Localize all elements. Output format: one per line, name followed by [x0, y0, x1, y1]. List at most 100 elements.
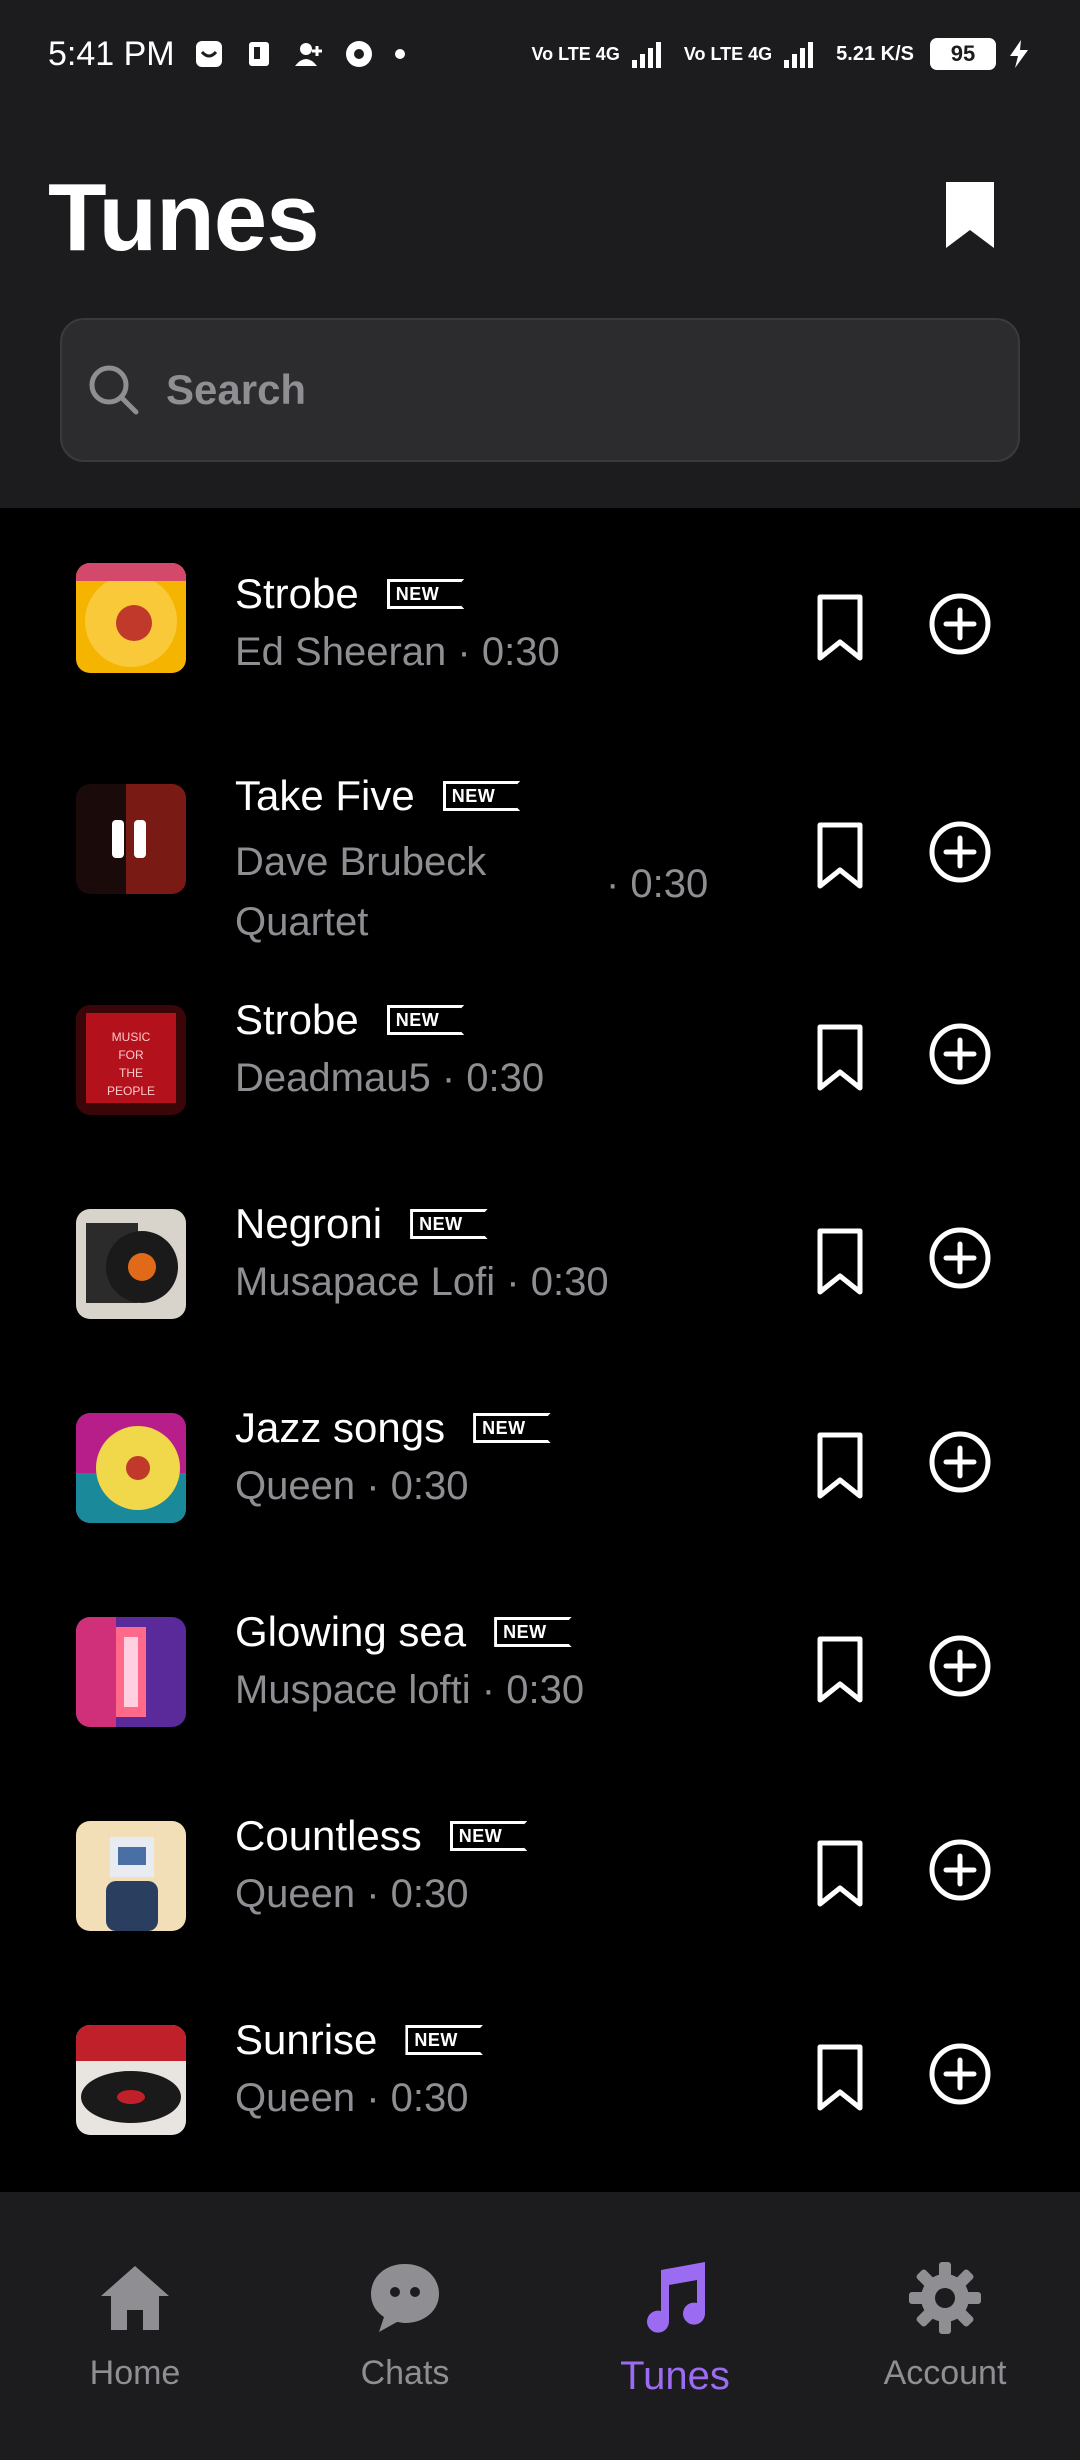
bookmark-icon[interactable] — [812, 592, 868, 664]
status-left: 5:41 PM — [48, 35, 407, 74]
notification-app-icon — [195, 41, 222, 67]
track-title: Countless NEW — [235, 1812, 528, 1860]
new-badge: NEW — [405, 2025, 483, 2055]
track-duration: · 0:30 — [441, 1056, 545, 1100]
add-circle-icon[interactable] — [928, 592, 992, 656]
new-badge: NEW — [449, 1821, 528, 1851]
album-art — [76, 1209, 186, 1319]
track-title: Strobe NEW — [235, 570, 465, 618]
track-duration: · 0:30 — [366, 1464, 469, 1508]
page-title: Tunes — [48, 164, 320, 271]
gear-icon — [909, 2262, 981, 2334]
album-art: MUSIC FOR THE PEOPLE — [76, 1005, 186, 1115]
track-duration: · 0:30 — [366, 1872, 469, 1916]
bookmark-icon[interactable] — [812, 1226, 868, 1298]
status-right: Vo LTE 4G Vo LTE 4G 5.21 K/S 95 — [531, 38, 1032, 70]
track-duration: · 0:30 — [366, 2076, 469, 2120]
bookmark-filled-icon[interactable] — [940, 178, 1000, 254]
track-meta: Muspace lofti · 0:30 — [235, 1668, 584, 1713]
track-artist: Musapace Lofi — [235, 1260, 496, 1304]
track-artist: Deadmau5 — [235, 1056, 431, 1100]
track-title: Take Five NEW — [235, 772, 521, 820]
track-meta: Musapace Lofi · 0:30 — [235, 1260, 609, 1305]
track-title: Glowing sea NEW — [235, 1608, 572, 1656]
track-row[interactable]: Countless NEW Queen · 0:30 — [0, 1766, 1080, 1970]
battery-indicator: 95 — [930, 38, 996, 70]
home-icon — [101, 2266, 169, 2330]
album-art — [76, 2025, 186, 2135]
add-circle-icon[interactable] — [928, 1634, 992, 1698]
chat-bubble-icon — [371, 2264, 439, 2332]
search-icon — [89, 365, 139, 415]
track-duration: · 0:30 — [481, 1668, 585, 1712]
svg-text:PEOPLE: PEOPLE — [107, 1084, 155, 1098]
svg-text:MUSIC: MUSIC — [112, 1030, 151, 1044]
track-row[interactable]: Negroni NEW Musapace Lofi · 0:30 — [0, 1154, 1080, 1358]
new-badge: NEW — [386, 579, 465, 609]
track-artist: Queen — [235, 1464, 356, 1508]
track-title-text: Strobe — [235, 570, 359, 617]
nav-item-chats[interactable]: Chats — [270, 2192, 540, 2460]
bottom-nav: Home Chats Tunes Account — [0, 2192, 1080, 2460]
bookmark-icon[interactable] — [812, 1430, 868, 1502]
track-row[interactable]: Jazz songs NEW Queen · 0:30 — [0, 1358, 1080, 1562]
nav-item-tunes[interactable]: Tunes — [540, 2192, 810, 2460]
add-circle-icon[interactable] — [928, 2042, 992, 2106]
nav-label-tunes: Tunes — [620, 2354, 730, 2398]
new-badge: NEW — [442, 781, 521, 811]
track-row[interactable]: Sunrise NEW Queen · 0:30 — [0, 1970, 1080, 2192]
add-circle-icon[interactable] — [928, 1838, 992, 1902]
album-art — [76, 1617, 186, 1727]
status-time: 5:41 PM — [48, 34, 175, 73]
track-row[interactable]: Glowing sea NEW Muspace lofti · 0:30 — [0, 1562, 1080, 1766]
track-title: Sunrise NEW — [235, 2016, 483, 2064]
net-speed: 5.21 K/S — [836, 42, 914, 65]
add-circle-icon[interactable] — [928, 820, 992, 884]
album-art — [76, 1413, 186, 1523]
track-meta: Queen · 0:30 — [235, 2076, 469, 2121]
track-row[interactable]: Strobe NEW Ed Sheeran · 0:30 — [0, 508, 1080, 728]
signal-icon — [631, 42, 661, 68]
track-duration: · 0:30 — [506, 1260, 609, 1304]
track-row[interactable]: Take Five NEW Dave Brubeck Quartet · 0:3… — [0, 728, 1080, 950]
music-note-icon — [647, 2262, 705, 2333]
track-title-text: Take Five — [235, 772, 415, 819]
add-circle-icon[interactable] — [928, 1226, 992, 1290]
sim1-label: Vo LTE 4G — [531, 43, 620, 64]
track-artist: Dave Brubeck Quartet — [235, 840, 487, 944]
bookmark-icon[interactable] — [812, 2042, 868, 2114]
add-circle-icon[interactable] — [928, 1022, 992, 1086]
track-meta: Ed Sheeran · 0:30 — [235, 630, 560, 675]
bookmark-icon[interactable] — [812, 1634, 868, 1706]
search-input[interactable] — [166, 366, 966, 414]
track-meta: Deadmau5 · 0:30 — [235, 1056, 544, 1101]
nav-label-account: Account — [883, 2354, 1007, 2392]
album-art — [76, 784, 186, 894]
track-title-text: Glowing sea — [235, 1608, 467, 1655]
dot-icon — [394, 49, 405, 59]
nav-label-chats: Chats — [360, 2354, 450, 2392]
track-duration: · 0:30 — [606, 862, 709, 906]
bookmark-icon[interactable] — [812, 1838, 868, 1910]
signal-icon-2 — [784, 42, 814, 68]
track-title-text: Strobe — [235, 996, 359, 1043]
new-badge: NEW — [473, 1413, 551, 1443]
track-title-text: Countless — [235, 1812, 422, 1859]
track-meta: Queen · 0:30 — [235, 1872, 469, 1917]
bookmark-icon[interactable] — [812, 1022, 868, 1094]
nav-item-account[interactable]: Account — [810, 2192, 1080, 2460]
chrome-icon — [345, 41, 372, 67]
add-circle-icon[interactable] — [928, 1430, 992, 1494]
new-badge: NEW — [494, 1617, 572, 1647]
nav-item-home[interactable]: Home — [0, 2192, 270, 2460]
track-artist: Queen — [235, 2076, 356, 2120]
sim2-label: Vo LTE 4G — [683, 43, 773, 64]
album-art — [76, 563, 186, 673]
search-bar[interactable] — [60, 318, 1020, 462]
track-row[interactable]: MUSIC FOR THE PEOPLE Strobe NEW Deadmau5 · … — [0, 950, 1080, 1154]
svg-text:THE: THE — [119, 1066, 143, 1080]
track-title: Negroni NEW — [235, 1200, 488, 1248]
bookmark-icon[interactable] — [812, 820, 868, 892]
nav-label-home: Home — [89, 2354, 181, 2392]
status-bar: 5:41 PM Vo LTE 4G Vo LTE 4G 5.21 K/S 95 — [0, 0, 1080, 108]
